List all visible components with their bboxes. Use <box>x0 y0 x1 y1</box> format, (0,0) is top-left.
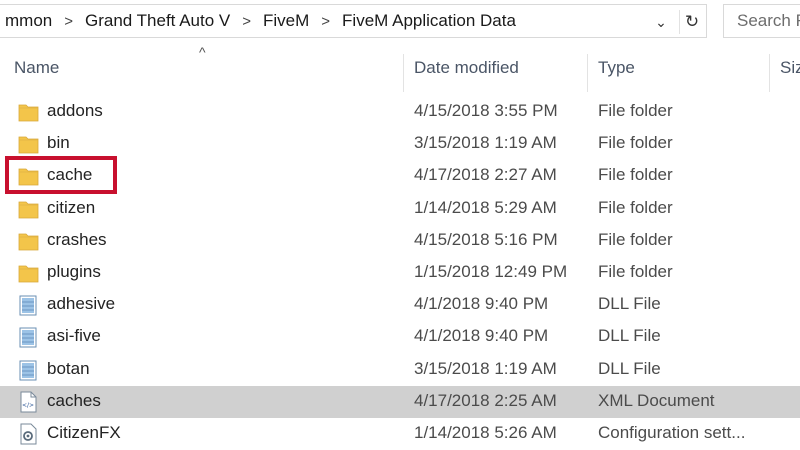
file-date: 4/17/2018 2:25 AM <box>414 390 557 410</box>
file-type: File folder <box>598 229 673 249</box>
column-header-name[interactable]: Name <box>14 58 59 78</box>
file-row[interactable]: asi-five 4/1/2018 9:40 PM DLL File <box>0 321 800 353</box>
file-type: XML Document <box>598 390 715 410</box>
file-row[interactable]: crashes 4/15/2018 5:16 PM File folder <box>0 225 800 257</box>
file-name: bin <box>47 133 70 153</box>
file-name: adhesive <box>47 294 116 314</box>
file-type: File folder <box>598 133 673 153</box>
breadcrumb-item-gta-v[interactable]: Grand Theft Auto V <box>79 11 236 31</box>
folder-icon <box>18 262 39 284</box>
file-row[interactable]: addons 4/15/2018 3:55 PM File folder <box>0 96 800 128</box>
folder-icon <box>18 133 39 155</box>
file-name: caches <box>47 390 101 410</box>
column-header-size[interactable]: Siz <box>780 58 800 78</box>
chevron-down-icon[interactable]: ⌄ <box>651 12 671 32</box>
svg-text:</>: </> <box>22 402 34 409</box>
file-date: 4/17/2018 2:27 AM <box>414 165 557 185</box>
file-row[interactable]: plugins 1/15/2018 12:49 PM File folder <box>0 257 800 289</box>
dll-file-icon <box>18 326 39 348</box>
config-file-icon <box>18 423 39 445</box>
breadcrumb-separator-icon[interactable]: > <box>315 13 336 30</box>
dll-file-icon <box>18 294 39 316</box>
file-date: 1/14/2018 5:29 AM <box>414 197 557 217</box>
folder-icon <box>18 101 39 123</box>
breadcrumb-separator-icon[interactable]: > <box>58 13 79 30</box>
breadcrumb-item-fivem[interactable]: FiveM <box>257 11 315 31</box>
file-date: 4/15/2018 3:55 PM <box>414 101 558 120</box>
file-row[interactable]: CitizenFX 1/14/2018 5:26 AM Configuration … <box>0 418 800 450</box>
file-name: CitizenFX <box>47 422 121 442</box>
file-type: File folder <box>598 197 673 217</box>
breadcrumb-separator-icon[interactable]: > <box>236 13 257 30</box>
file-type: File folder <box>598 101 673 120</box>
file-date: 4/1/2018 9:40 PM <box>414 326 549 346</box>
file-row[interactable]: botan 3/15/2018 1:19 AM DLL File <box>0 354 800 386</box>
file-type: DLL File <box>598 326 661 346</box>
file-name: crashes <box>47 229 107 249</box>
file-type: DLL File <box>598 358 661 378</box>
file-name: botan <box>47 358 90 378</box>
column-divider[interactable] <box>587 54 588 92</box>
file-name: asi-five <box>47 326 101 346</box>
column-header-row: Name Date modified Type Siz <box>0 54 800 92</box>
search-input[interactable]: Search Fi <box>723 4 800 38</box>
column-header-type[interactable]: Type <box>598 58 635 78</box>
file-name: addons <box>47 101 103 120</box>
column-header-date-modified[interactable]: Date modified <box>414 58 519 78</box>
address-bar[interactable]: mmon > Grand Theft Auto V > FiveM > Five… <box>0 4 707 38</box>
file-date: 1/14/2018 5:26 AM <box>414 422 557 442</box>
file-date: 4/1/2018 9:40 PM <box>414 294 549 314</box>
xml-file-icon: </> <box>18 391 39 413</box>
column-divider[interactable] <box>403 54 404 92</box>
file-name: plugins <box>47 261 101 281</box>
folder-icon <box>18 230 39 252</box>
file-row-selected[interactable]: </> caches 4/17/2018 2:25 AM XML Document <box>0 385 800 418</box>
file-row[interactable]: adhesive 4/1/2018 9:40 PM DLL File <box>0 289 800 321</box>
file-row[interactable]: bin 3/15/2018 1:19 AM File folder <box>0 128 800 160</box>
file-date: 3/15/2018 1:19 AM <box>414 133 557 153</box>
file-type: Configuration sett... <box>598 422 746 442</box>
dll-file-icon <box>18 359 39 381</box>
file-date: 1/15/2018 12:49 PM <box>414 261 568 281</box>
file-type: DLL File <box>598 294 661 314</box>
file-date: 4/15/2018 5:16 PM <box>414 229 558 249</box>
file-type: File folder <box>598 165 673 185</box>
file-type: File folder <box>598 261 673 281</box>
file-date: 3/15/2018 1:19 AM <box>414 358 557 378</box>
folder-icon <box>18 198 39 220</box>
file-name: citizen <box>47 197 96 217</box>
file-row[interactable]: citizen 1/14/2018 5:29 AM File folder <box>0 193 800 225</box>
file-row[interactable]: cache 4/17/2018 2:27 AM File folder <box>0 160 800 192</box>
breadcrumb: mmon > Grand Theft Auto V > FiveM > Five… <box>0 5 522 37</box>
column-divider[interactable] <box>769 54 770 92</box>
breadcrumb-item-common[interactable]: mmon <box>0 11 58 31</box>
address-toolbar: mmon > Grand Theft Auto V > FiveM > Five… <box>0 0 800 42</box>
refresh-icon[interactable]: ↻ <box>679 10 704 34</box>
file-list: addons 4/15/2018 3:55 PM File folder bin 3/… <box>0 96 800 450</box>
highlight-box <box>5 156 117 194</box>
breadcrumb-item-fivem-app-data[interactable]: FiveM Application Data <box>336 11 522 31</box>
